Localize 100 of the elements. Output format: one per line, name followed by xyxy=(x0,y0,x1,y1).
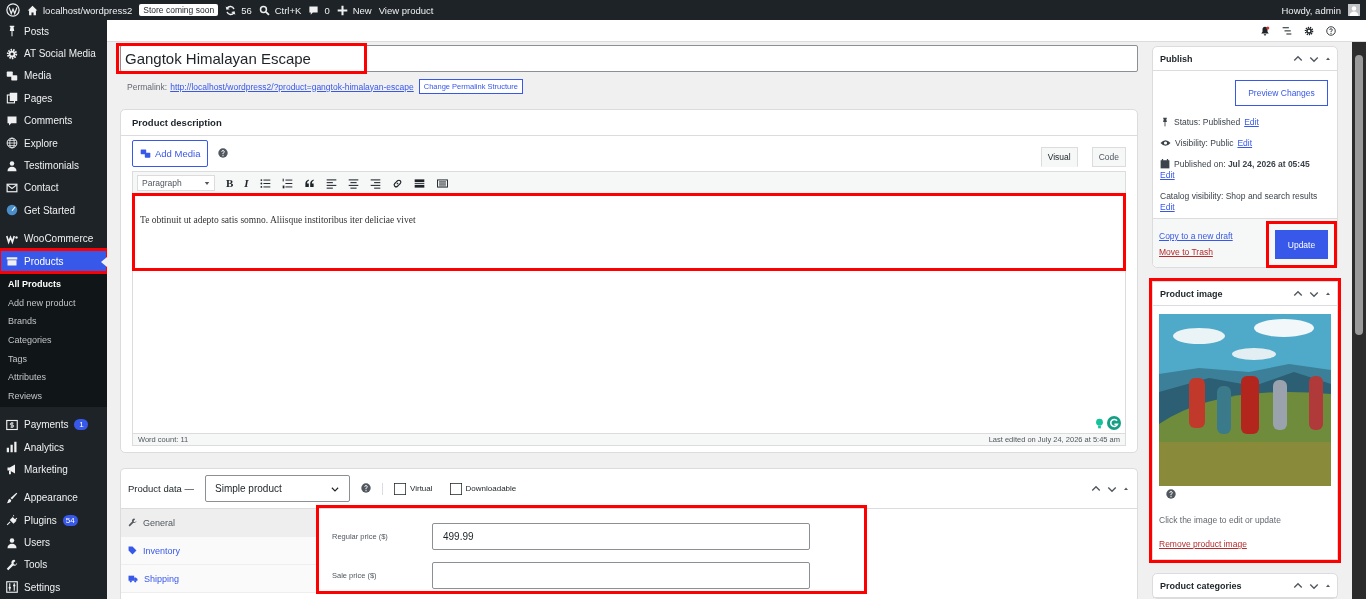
grammar-checker-icon[interactable] xyxy=(1107,416,1121,430)
editor-area[interactable]: Te obtinuit ut adepto satis somno. Aliisque institoribus iter deliciae vivet xyxy=(132,195,1126,434)
site-link[interactable]: localhost/wordpress2 xyxy=(43,4,133,16)
count-badge: 54 xyxy=(62,514,78,526)
preview-changes-button[interactable]: Preview Changes xyxy=(1235,80,1328,106)
keyboard-icon[interactable] xyxy=(435,177,449,189)
help-icon[interactable] xyxy=(1166,489,1176,499)
read-more-icon[interactable] xyxy=(413,177,425,189)
menu-item[interactable]: Contact xyxy=(0,176,107,200)
bell-icon[interactable] xyxy=(1260,25,1270,36)
edit-link[interactable]: Edit xyxy=(1237,138,1253,148)
publish-info: Catalog visibility: Shop and search results xyxy=(1160,191,1318,201)
numbered-list-icon[interactable] xyxy=(281,177,293,189)
menu-item[interactable]: Testimonials xyxy=(0,154,107,177)
menu-item[interactable]: Tools xyxy=(0,553,107,577)
menu-item[interactable]: Plugins 54 xyxy=(0,509,107,532)
new-link[interactable]: New xyxy=(352,4,372,16)
scrollbar[interactable] xyxy=(1352,42,1366,599)
menu-item[interactable]: Media xyxy=(0,64,107,88)
menu-item[interactable]: Payments 1 xyxy=(0,413,107,436)
checkbox[interactable] xyxy=(449,482,462,495)
product-data-tab[interactable]: General xyxy=(121,509,318,537)
media-icon xyxy=(140,148,151,159)
scrollbar-thumb[interactable] xyxy=(1355,55,1363,335)
align-left-icon[interactable] xyxy=(325,177,337,189)
person-icon xyxy=(6,536,18,549)
remove-image-link[interactable]: Remove product image xyxy=(1159,539,1247,549)
circle-logo-icon[interactable] xyxy=(6,3,20,17)
submenu-item[interactable]: Tags xyxy=(0,349,107,369)
italic-button[interactable]: I xyxy=(244,177,249,189)
edit-link[interactable]: Edit xyxy=(1244,117,1259,127)
submenu-item[interactable]: Brands xyxy=(0,312,107,332)
count-badge: 1 xyxy=(74,419,89,431)
person-icon xyxy=(6,159,18,172)
menu-item[interactable]: Appearance xyxy=(0,486,107,509)
bold-button[interactable]: B xyxy=(226,177,234,189)
menu-item[interactable]: Posts xyxy=(0,20,107,43)
help-icon[interactable] xyxy=(361,482,371,493)
menu-item[interactable]: Settings xyxy=(0,576,107,599)
speech-bubble-icon xyxy=(308,4,320,16)
permalink-url[interactable]: http://localhost/wordpress2/?product=gangtok-himalayan-escape xyxy=(170,81,414,92)
copy-draft-link[interactable]: Copy to a new draft xyxy=(1159,231,1233,241)
edit-link[interactable]: Edit xyxy=(1160,170,1175,180)
dial-icon xyxy=(6,204,18,217)
blockquote-icon[interactable] xyxy=(303,177,315,189)
menu-item[interactable]: Get Started xyxy=(0,199,107,222)
help-icon[interactable] xyxy=(218,147,229,158)
view-product-link[interactable]: View product xyxy=(378,4,434,16)
price-field[interactable] xyxy=(432,562,810,589)
update-button[interactable]: Update xyxy=(1275,230,1328,259)
gear-icon xyxy=(6,47,18,60)
help-icon[interactable] xyxy=(1326,25,1336,36)
description-text: Te obtinuit ut adepto satis somno. Aliisque institoribus iter deliciae vivet xyxy=(135,196,1123,268)
checkbox[interactable] xyxy=(394,482,406,495)
publish-info: Published on: Jul 24, 2026 at 05:45 xyxy=(1174,159,1310,169)
comments-count[interactable]: 0 xyxy=(324,4,330,16)
pointer-arrow-icon xyxy=(101,256,107,267)
product-data-tab[interactable]: Shipping xyxy=(121,565,318,593)
card-heading: Product description xyxy=(132,117,222,128)
menu-item[interactable]: Pages xyxy=(0,87,107,110)
product-data-tab[interactable]: Inventory xyxy=(121,537,318,565)
submenu-item[interactable]: Reviews xyxy=(0,386,107,406)
menu-item[interactable]: Users xyxy=(0,531,107,554)
price-field[interactable]: 499.99 xyxy=(432,523,810,550)
search-shortcut[interactable]: Ctrl+K xyxy=(274,4,302,16)
search-icon xyxy=(258,4,270,16)
submenu-item[interactable]: Attributes xyxy=(0,368,107,387)
menu-item[interactable]: Comments xyxy=(0,109,107,132)
media-icon xyxy=(6,69,18,82)
settings-icon[interactable] xyxy=(1304,25,1314,36)
submenu-item[interactable]: Add new product xyxy=(0,293,107,313)
trash-link[interactable]: Move to Trash xyxy=(1159,247,1233,257)
greeting-link[interactable]: Howdy, admin xyxy=(1281,4,1341,16)
menu-item[interactable]: Explore xyxy=(0,131,107,155)
publish-info: Visibility: Public xyxy=(1175,138,1234,148)
add-media-button[interactable]: Add Media xyxy=(132,140,209,167)
align-right-icon[interactable] xyxy=(369,177,381,189)
updates-count[interactable]: 56 xyxy=(241,4,252,16)
menu-item[interactable]: AT Social Media xyxy=(0,42,107,65)
globe-icon xyxy=(6,137,18,150)
box-heading: Product categories xyxy=(1160,580,1242,591)
submenu-item[interactable]: Categories xyxy=(0,331,107,350)
list-icon[interactable] xyxy=(1282,25,1292,36)
submenu-item[interactable]: All Products xyxy=(0,275,107,294)
format-dropdown[interactable]: Paragraph xyxy=(137,175,215,191)
menu-item[interactable]: Analytics xyxy=(0,435,107,459)
editor-tab[interactable]: Visual xyxy=(1040,147,1078,167)
speech-bubble-icon xyxy=(6,114,18,127)
link-icon[interactable] xyxy=(391,177,403,189)
megaphone-icon xyxy=(6,463,18,476)
menu-item[interactable]: Marketing xyxy=(0,458,107,481)
menu-item[interactable]: WooCommerce xyxy=(0,227,107,250)
product-type-select[interactable]: Simple product xyxy=(205,475,350,502)
wrench-icon xyxy=(6,559,18,571)
editor-tab[interactable]: Code xyxy=(1091,147,1126,167)
bulleted-list-icon[interactable] xyxy=(259,177,271,189)
align-center-icon[interactable] xyxy=(347,177,359,189)
menu-item[interactable]: Products xyxy=(0,249,107,273)
edit-link[interactable]: Edit xyxy=(1160,202,1175,212)
store-status-badge[interactable]: Store coming soon xyxy=(139,4,219,16)
